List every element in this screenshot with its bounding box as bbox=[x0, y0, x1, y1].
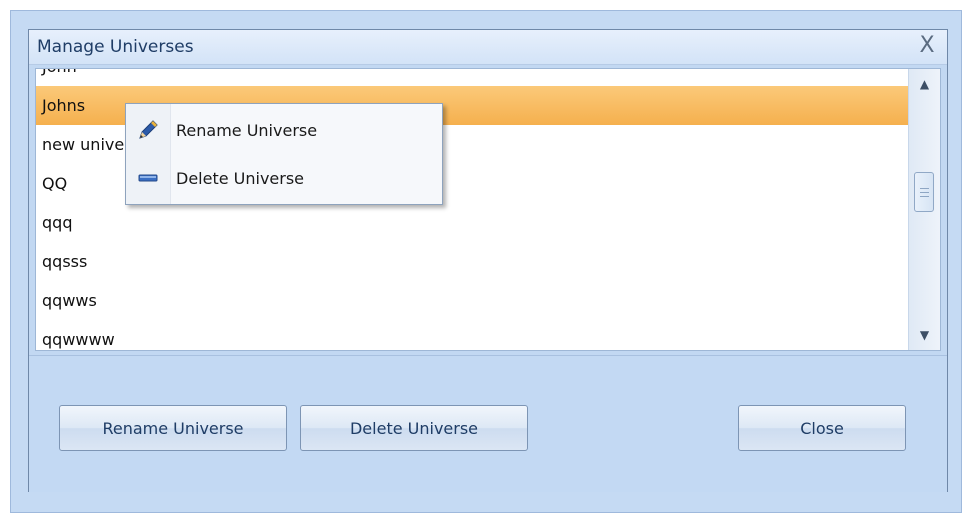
menu-item-rename-universe[interactable]: Rename Universe bbox=[126, 109, 442, 153]
scroll-thumb[interactable] bbox=[914, 172, 934, 212]
manage-universes-dialog: Manage Universes X John Johns new univer… bbox=[28, 29, 948, 492]
menu-item-label: Rename Universe bbox=[176, 121, 318, 140]
close-button[interactable]: Close bbox=[738, 405, 906, 451]
grip-line bbox=[920, 188, 929, 189]
list-item[interactable]: qqsss bbox=[36, 242, 908, 281]
button-panel: Rename Universe Delete Universe Close bbox=[29, 355, 947, 492]
list-item-label: Johns bbox=[42, 96, 86, 115]
list-item[interactable]: qqwwww bbox=[36, 320, 908, 350]
list-item[interactable]: qqwws bbox=[36, 281, 908, 320]
title-bar: Manage Universes X bbox=[29, 30, 947, 65]
delete-universe-button[interactable]: Delete Universe bbox=[300, 405, 528, 451]
list-item[interactable]: John bbox=[36, 69, 908, 86]
list-item-label: qqq bbox=[42, 213, 73, 232]
list-item-label: qqwwww bbox=[42, 330, 115, 349]
list-item[interactable]: qqq bbox=[36, 203, 908, 242]
minus-icon bbox=[137, 167, 159, 189]
list-item-label: qqwws bbox=[42, 291, 97, 310]
menu-item-delete-universe[interactable]: Delete Universe bbox=[126, 157, 442, 201]
context-menu: Rename Universe Delete Universe bbox=[125, 103, 443, 205]
rename-universe-button[interactable]: Rename Universe bbox=[59, 405, 287, 451]
list-item-label: QQ bbox=[42, 174, 68, 193]
vertical-scrollbar[interactable]: ▲ ▼ bbox=[908, 69, 940, 350]
pencil-icon bbox=[137, 119, 159, 141]
close-icon[interactable]: X bbox=[915, 33, 939, 59]
grip-line bbox=[920, 196, 929, 197]
dialog-title: Manage Universes bbox=[37, 37, 194, 57]
list-item-label: qqsss bbox=[42, 252, 88, 271]
grip-line bbox=[920, 192, 929, 193]
scroll-up-icon[interactable]: ▲ bbox=[909, 69, 940, 99]
menu-item-label: Delete Universe bbox=[176, 169, 305, 188]
scroll-down-icon[interactable]: ▼ bbox=[909, 320, 940, 350]
list-item-label: John bbox=[42, 69, 77, 76]
